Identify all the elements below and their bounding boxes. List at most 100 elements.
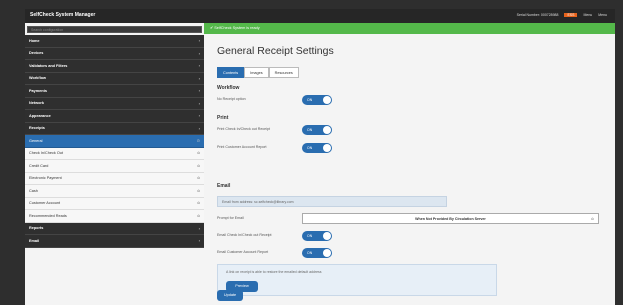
circle-arrow-icon: ⊙ xyxy=(197,163,200,168)
app-title: SelfCheck System Manager xyxy=(30,12,96,18)
toggle-state: ON xyxy=(307,233,313,238)
sidebar-item[interactable]: Validators and Filters › xyxy=(25,60,204,73)
print-heading: Print xyxy=(217,115,229,121)
email-checkin-label: Email Check In/Check out Receipt xyxy=(217,233,272,237)
sidebar-item[interactable]: Devices › xyxy=(25,47,204,60)
print-account-label: Print Customer Account Report xyxy=(217,145,267,149)
top-bar: SelfCheck System Manager Serial Number: … xyxy=(25,9,615,23)
tab-resources[interactable]: Resources xyxy=(268,67,299,78)
chevron-right-icon: › xyxy=(198,225,200,231)
status-banner: ✔ SelfCheck System is ready xyxy=(204,23,615,34)
sidebar-item[interactable]: Cash ⊙ xyxy=(25,185,204,198)
app-frame: SelfCheck System Manager Serial Number: … xyxy=(0,0,623,305)
toggle-state: ON xyxy=(307,145,313,150)
email-note-text: A link on receipt is able to restore the… xyxy=(226,270,322,274)
sidebar-item[interactable]: Receipts › xyxy=(25,122,204,135)
chevron-right-icon: › xyxy=(198,125,200,131)
serial-number: Serial Number: 000728988 xyxy=(516,13,559,17)
toggle-knob xyxy=(323,144,331,152)
toggle-knob xyxy=(323,232,331,240)
sidebar-item-label: Network xyxy=(29,101,44,106)
sidebar-item-label: Appearance xyxy=(29,113,51,118)
sidebar-item[interactable]: Check In/Check Out ⊙ xyxy=(25,147,204,160)
chevron-right-icon: › xyxy=(198,100,200,106)
toggle-knob xyxy=(323,249,331,257)
sidebar-item-label: General xyxy=(29,138,43,143)
sidebar-item-label: Devices xyxy=(29,51,44,56)
circle-arrow-icon: ⊙ xyxy=(197,201,200,206)
sidebar-item-label: Receipts xyxy=(29,126,45,131)
chevron-right-icon: › xyxy=(198,38,200,44)
status-badge: ESS xyxy=(564,13,578,17)
sidebar-item-label: Validators and Filters xyxy=(29,63,68,68)
sidebar-item[interactable]: Email › xyxy=(25,235,204,248)
no-receipt-label: No Receipt option xyxy=(217,97,246,101)
sidebar-item-label: Payments xyxy=(29,88,47,93)
no-receipt-toggle[interactable]: ON xyxy=(302,95,332,105)
chevron-right-icon: › xyxy=(198,63,200,69)
main-content: ✔ SelfCheck System is ready General Rece… xyxy=(204,23,615,305)
main-menu[interactable]: Menu xyxy=(598,13,607,17)
sidebar-item-label: Cash xyxy=(29,188,38,193)
user-menu[interactable]: Menu xyxy=(583,13,592,17)
sidebar-item-label: Customer Account xyxy=(29,201,61,206)
chevron-right-icon: › xyxy=(198,75,200,81)
toggle-state: ON xyxy=(307,97,313,102)
sidebar-item[interactable]: Workflow › xyxy=(25,72,204,85)
page-title: General Receipt Settings xyxy=(217,45,334,57)
sidebar-search-input[interactable]: Search configuration xyxy=(27,26,202,33)
print-checkin-label: Print Check In/Check out Receipt xyxy=(217,127,270,131)
status-banner-text: SelfCheck System is ready xyxy=(214,26,260,30)
chevron-down-icon: ⊙ xyxy=(590,217,594,221)
chevron-right-icon: › xyxy=(198,50,200,56)
sidebar-item-label: Check In/Check Out xyxy=(29,151,63,156)
sidebar-item-label: Workflow xyxy=(29,76,47,81)
chevron-right-icon: › xyxy=(198,88,200,94)
sidebar-item-label: Home xyxy=(29,38,40,43)
chevron-right-icon: › xyxy=(198,113,200,119)
circle-arrow-icon: ⊙ xyxy=(196,138,200,144)
email-account-label: Email Customer Account Report xyxy=(217,250,269,254)
chevron-right-icon: › xyxy=(198,238,200,244)
circle-arrow-icon: ⊙ xyxy=(197,176,200,181)
sidebar-item-label: Credit Card xyxy=(29,163,49,168)
tab-bar: Contents Images Resources xyxy=(217,67,299,78)
email-note-box: A link on receipt is able to restore the… xyxy=(217,264,497,296)
sidebar-item[interactable]: Reports › xyxy=(25,222,204,235)
print-account-toggle[interactable]: ON xyxy=(302,143,332,153)
workflow-heading: Workflow xyxy=(217,85,240,91)
update-button[interactable]: Update xyxy=(217,290,243,301)
sidebar-item[interactable]: Electronic Payment ⊙ xyxy=(25,172,204,185)
sidebar-item-label: Reports xyxy=(29,226,44,231)
email-account-toggle[interactable]: ON xyxy=(302,248,332,258)
email-checkin-toggle[interactable]: ON xyxy=(302,231,332,241)
sidebar-item[interactable]: Appearance › xyxy=(25,110,204,123)
sidebar-item[interactable]: Recommended Reads ⊙ xyxy=(25,210,204,223)
sidebar-item[interactable]: Payments › xyxy=(25,85,204,98)
sidebar-item[interactable]: Customer Account ⊙ xyxy=(25,197,204,210)
sidebar-item-label: Electronic Payment xyxy=(29,176,62,181)
sidebar-nav: Home › Devices › Validators and Filters › Work… xyxy=(25,35,204,248)
sidebar-item[interactable]: Network › xyxy=(25,97,204,110)
toggle-state: ON xyxy=(307,127,313,132)
sidebar: Search configuration Home › Devices › Valida… xyxy=(25,23,204,305)
prompt-email-value: When Not Provided By Circulation Server xyxy=(415,217,486,221)
print-checkin-toggle[interactable]: ON xyxy=(302,125,332,135)
circle-arrow-icon: ⊙ xyxy=(197,213,200,218)
top-bar-right: Serial Number: 000728988 ESS Menu Menu xyxy=(517,13,607,17)
toggle-knob xyxy=(323,96,331,104)
email-heading: Email xyxy=(217,183,231,189)
prompt-email-select[interactable]: When Not Provided By Circulation Server … xyxy=(302,213,599,224)
check-circle-icon: ✔ xyxy=(210,26,214,30)
circle-arrow-icon: ⊙ xyxy=(197,151,200,156)
tab-contents[interactable]: Contents xyxy=(217,67,245,78)
sidebar-item-label: Recommended Reads xyxy=(29,213,67,218)
sidebar-item-label: Email xyxy=(29,238,40,243)
sidebar-item[interactable]: General ⊙ xyxy=(25,135,204,148)
toggle-knob xyxy=(323,126,331,134)
tab-images[interactable]: Images xyxy=(244,67,269,78)
toggle-state: ON xyxy=(307,250,313,255)
email-address-field[interactable]: Email from address: sc.selfcheck@library… xyxy=(217,196,447,207)
sidebar-item[interactable]: Home › xyxy=(25,35,204,48)
sidebar-item[interactable]: Credit Card ⊙ xyxy=(25,160,204,173)
